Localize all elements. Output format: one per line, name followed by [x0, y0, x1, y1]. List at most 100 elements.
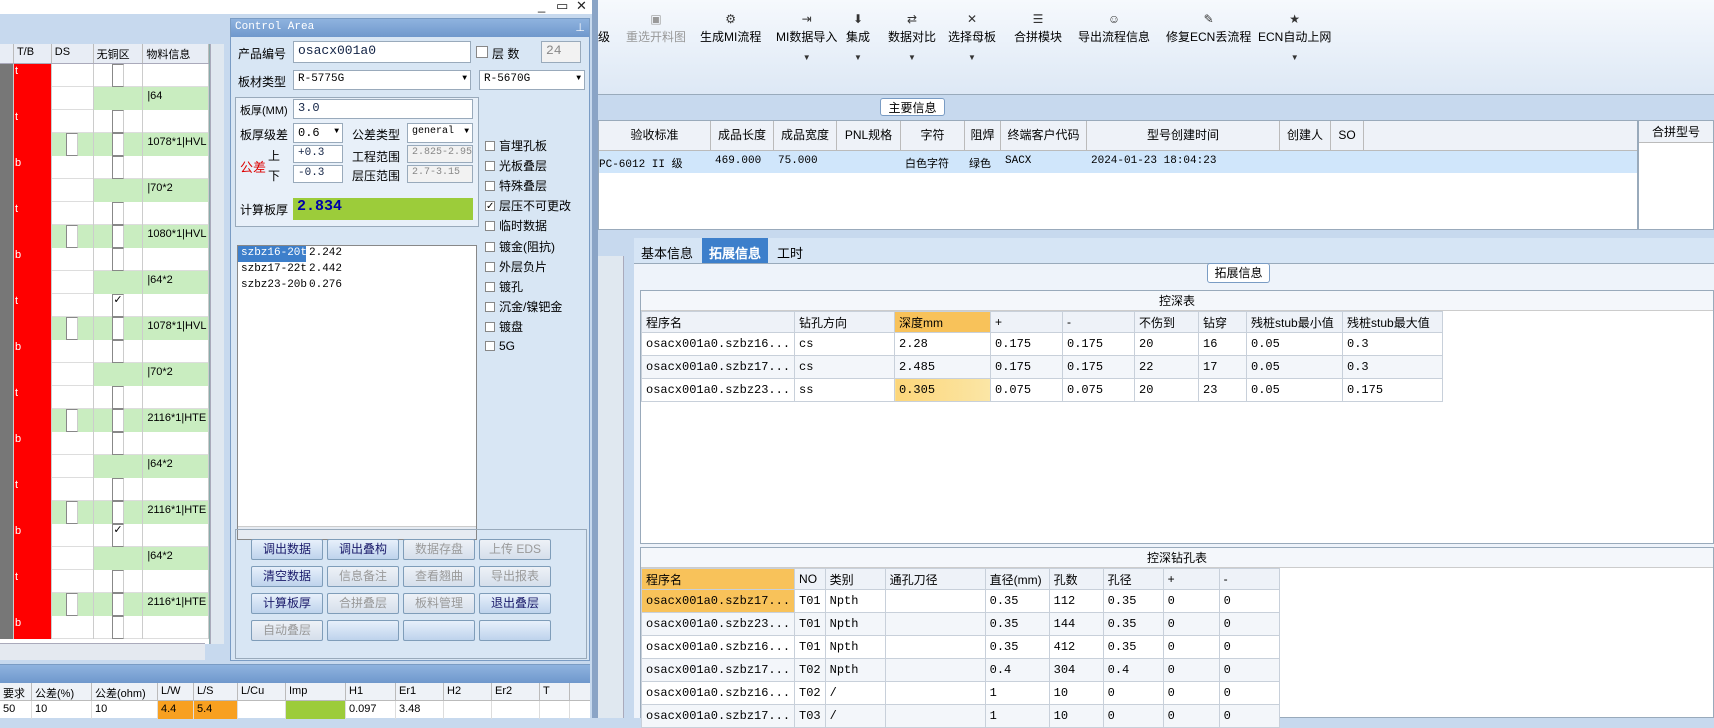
stackup-row[interactable]: b — [0, 156, 209, 179]
stackup-row[interactable]: 2116*1|HTE — [0, 501, 209, 524]
nocopper-checkbox[interactable] — [111, 616, 124, 639]
stackup-row[interactable]: |64 — [0, 87, 209, 110]
nocopper-checkbox[interactable] — [111, 340, 124, 363]
toolbar-button[interactable]: ⬇ 集成 ▼ — [846, 12, 870, 62]
chevron-down-icon[interactable]: ▼ — [776, 53, 837, 62]
action-button[interactable]: 退出叠层 — [479, 593, 551, 614]
option-checkbox[interactable]: 光板叠层 — [485, 157, 547, 174]
option-checkbox[interactable]: 沉金/镍钯金 — [485, 298, 562, 315]
action-button[interactable]: 合拼叠层 — [327, 593, 399, 614]
action-button[interactable]: 信息备注 — [327, 566, 399, 587]
toolbar-button[interactable]: ▣ 重选开料图 — [626, 12, 686, 45]
ds-checkbox[interactable] — [66, 593, 79, 616]
action-button[interactable]: 板料管理 — [403, 593, 475, 614]
table-col-header[interactable]: 程序名 — [640, 568, 796, 590]
stackup-row[interactable]: t ✓ — [0, 294, 209, 317]
action-button[interactable] — [403, 620, 475, 641]
table-col-header[interactable]: 残桩stub最大值 — [1342, 311, 1444, 333]
eng-range-input[interactable]: 2.825-2.95 — [407, 145, 473, 163]
sub-grid-row[interactable]: szbz17-22t 2.442 — [238, 262, 476, 278]
row-selector[interactable] — [0, 570, 14, 593]
action-button[interactable]: 导出报表 — [479, 566, 551, 587]
table-col-header[interactable]: 通孔刀径 — [884, 568, 986, 590]
row-selector[interactable] — [0, 179, 14, 202]
toolbar-button[interactable]: ✕ 选择母板 ▼ — [948, 12, 996, 62]
thickness-input[interactable]: 3.0 — [293, 99, 473, 119]
row-selector[interactable] — [0, 271, 14, 294]
toolbar-button[interactable]: ☰ 合拼模块 — [1014, 12, 1062, 45]
nocopper-checkbox[interactable] — [111, 64, 124, 87]
toolbar-button[interactable]: 级 — [598, 12, 610, 45]
stackup-row[interactable]: |64*2 — [0, 455, 209, 478]
lower-tol-input[interactable]: -0.3 — [293, 165, 343, 183]
row-selector[interactable] — [0, 478, 14, 501]
ds-checkbox[interactable] — [66, 225, 79, 248]
table-col-header[interactable]: 程序名 — [640, 311, 796, 333]
row-selector[interactable] — [0, 317, 14, 340]
table-col-header[interactable]: 直径(mm) — [984, 568, 1050, 590]
table-row[interactable]: osacx001a0.szbz23... ss 0.305 0.075 0.075 20 2… — [640, 378, 1444, 402]
option-checkbox[interactable]: 盲埋孔板 — [485, 137, 547, 154]
stackup-row[interactable]: b ✓ — [0, 524, 209, 547]
table-row[interactable]: osacx001a0.szbz16... cs 2.28 0.175 0.175 20 16… — [640, 332, 1444, 356]
main-info-col-header[interactable]: 创建人 — [1280, 121, 1331, 150]
checkbox-box[interactable] — [485, 321, 495, 332]
press-range-input[interactable]: 2.7-3.15 — [407, 165, 473, 183]
tab-0[interactable]: 基本信息 — [634, 238, 700, 263]
tol-grade-select[interactable]: 0.6 — [293, 123, 343, 143]
stackup-vertical-scrollbar[interactable] — [210, 44, 224, 644]
stackup-row[interactable]: b — [0, 248, 209, 271]
nocopper-checkbox[interactable] — [111, 156, 124, 179]
table-col-header[interactable]: 深度mm — [894, 311, 992, 333]
table-row[interactable]: osacx001a0.szbz17... T02 Npth 0.4 304 0.4 0 0 — [640, 658, 1280, 682]
table-row[interactable]: osacx001a0.szbz16... T02/1 10 0 0 0 — [640, 681, 1280, 705]
chevron-down-icon[interactable]: ▼ — [846, 53, 870, 62]
row-selector[interactable] — [0, 593, 14, 616]
nocopper-checkbox[interactable]: ✓ — [111, 524, 124, 547]
table-col-header[interactable]: 残桩stub最小值 — [1246, 311, 1344, 333]
toolbar-button[interactable]: ✎ 修复ECN丢流程 — [1166, 12, 1251, 45]
main-info-col-header[interactable]: 终端客户代码 — [1001, 121, 1087, 150]
upper-tol-input[interactable]: +0.3 — [293, 145, 343, 163]
action-button[interactable]: 清空数据 — [251, 566, 323, 587]
stackup-row[interactable]: |70*2 — [0, 363, 209, 386]
option-checkbox[interactable]: ✓ 层压不可更改 — [485, 197, 571, 214]
table-row[interactable]: osacx001a0.szbz17... cs 2.485 0.175 0.175 22 1… — [640, 355, 1444, 379]
main-info-col-header[interactable]: 成品长度 — [711, 121, 774, 150]
action-button[interactable] — [327, 620, 399, 641]
stackup-row[interactable]: b — [0, 616, 209, 639]
action-button[interactable]: 计算板厚 — [251, 593, 323, 614]
toolbar-button[interactable]: ☺ 导出流程信息 — [1078, 12, 1150, 45]
ds-checkbox[interactable] — [66, 133, 79, 156]
main-info-col-header[interactable]: PNL规格 — [837, 121, 901, 150]
nocopper-checkbox[interactable] — [111, 570, 124, 593]
stackup-row[interactable]: t — [0, 202, 209, 225]
row-selector[interactable] — [0, 340, 14, 363]
table-row[interactable]: osacx001a0.szbz17... T01 Npth 0.35 112 0.35 0 0 — [640, 589, 1280, 613]
layers-checkbox[interactable] — [476, 46, 488, 58]
main-info-col-header[interactable]: 成品宽度 — [774, 121, 837, 150]
nocopper-checkbox[interactable] — [111, 225, 124, 248]
row-selector[interactable] — [0, 202, 14, 225]
stackup-row[interactable]: b — [0, 432, 209, 455]
table-col-header[interactable]: + — [1162, 568, 1220, 590]
nocopper-checkbox[interactable] — [111, 501, 124, 524]
checkbox-box[interactable] — [485, 341, 495, 351]
row-selector[interactable] — [0, 64, 14, 87]
row-selector[interactable] — [0, 386, 14, 409]
nocopper-checkbox[interactable] — [111, 386, 124, 409]
option-checkbox[interactable]: 镀盘 — [485, 318, 523, 335]
row-selector[interactable] — [0, 294, 14, 317]
stackup-row[interactable]: 1080*1|HVL — [0, 225, 209, 248]
stackup-row[interactable]: 1078*1|HVL — [0, 317, 209, 340]
option-checkbox[interactable]: 临时数据 — [485, 217, 547, 234]
table-col-header[interactable]: + — [990, 311, 1064, 333]
main-info-col-header[interactable]: SO — [1331, 121, 1364, 150]
action-button[interactable]: 调出数据 — [251, 539, 323, 560]
row-selector[interactable] — [0, 225, 14, 248]
checkbox-box[interactable] — [485, 220, 495, 231]
chevron-down-icon[interactable]: ▼ — [948, 53, 996, 62]
table-col-header[interactable]: 钻孔方向 — [794, 311, 896, 333]
toolbar-button[interactable]: ⚙ 生成MI流程 — [700, 12, 761, 45]
restore-icon[interactable]: ▭ — [556, 0, 568, 14]
